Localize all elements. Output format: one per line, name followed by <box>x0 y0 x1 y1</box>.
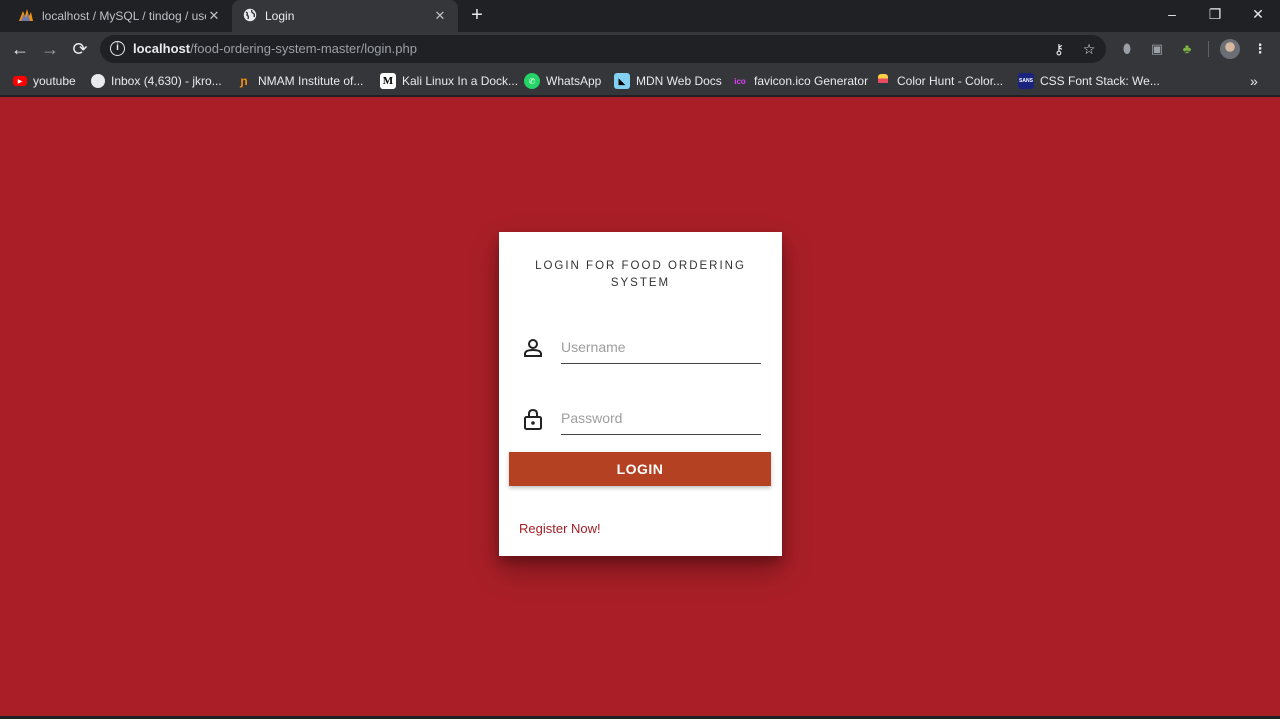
mdn-icon: ◣ <box>614 73 630 89</box>
tab-login[interactable]: Login ✕ <box>232 0 458 32</box>
youtube-icon: ▶ <box>13 76 27 86</box>
username-input[interactable] <box>561 330 761 364</box>
tab-phpmyadmin[interactable]: localhost / MySQL / tindog / use ✕ <box>8 0 232 32</box>
password-row <box>519 399 762 439</box>
close-tab-icon[interactable]: ✕ <box>432 8 448 24</box>
extension-icon[interactable]: ⬮ <box>1117 39 1137 59</box>
more-bookmarks-icon[interactable]: » <box>1250 71 1258 91</box>
tab-strip: localhost / MySQL / tindog / use ✕ Login… <box>0 0 1280 32</box>
whatsapp-icon: ✆ <box>524 73 540 89</box>
password-input[interactable] <box>561 401 761 435</box>
tab-title: Login <box>265 9 295 23</box>
favicon-generator-icon: ico <box>734 76 746 86</box>
forward-button[interactable]: → <box>38 37 62 61</box>
login-button[interactable]: LOGIN <box>509 452 771 486</box>
key-icon[interactable]: ⚷ <box>1050 40 1068 58</box>
extension-icon[interactable]: ▣ <box>1147 39 1167 59</box>
close-window-button[interactable]: ✕ <box>1236 0 1280 30</box>
tree-extension-icon[interactable]: ♣ <box>1177 39 1197 59</box>
url-text[interactable]: localhost/food-ordering-system-master/lo… <box>133 41 417 56</box>
bookmark-mdn[interactable]: ◣ MDN Web Docs <box>614 71 722 91</box>
bookmark-nmam[interactable]: ɲ NMAM Institute of... <box>236 71 363 91</box>
star-icon[interactable]: ☆ <box>1080 40 1098 58</box>
bookmark-css-font-stack[interactable]: SANS CSS Font Stack: We... <box>1018 71 1160 91</box>
bookmark-kali-linux[interactable]: M Kali Linux In a Dock... <box>380 71 518 91</box>
globe-icon <box>91 74 105 88</box>
page-title: LOGIN FOR FOOD ORDERING SYSTEM <box>535 260 746 289</box>
restore-button[interactable]: ❐ <box>1193 0 1237 30</box>
colorhunt-icon <box>878 74 888 88</box>
username-row <box>519 328 762 368</box>
browser-toolbar: ← → ⟳ i localhost/food-ordering-system-m… <box>0 32 1280 66</box>
nmam-icon: ɲ <box>240 74 248 88</box>
reload-button[interactable]: ⟳ <box>68 37 92 61</box>
user-icon <box>521 336 545 360</box>
minimize-button[interactable]: – <box>1150 0 1194 30</box>
phpmyadmin-icon <box>18 8 34 25</box>
globe-icon <box>243 8 257 25</box>
bookmarks-bar: ▶ youtube Inbox (4,630) - jkro... ɲ NMAM… <box>0 66 1280 96</box>
info-icon[interactable]: i <box>110 41 125 56</box>
toolbar-divider <box>1208 41 1209 57</box>
bookmark-color-hunt[interactable]: Color Hunt - Color... <box>875 71 1003 91</box>
menu-icon[interactable]: ⋮ <box>1250 39 1270 59</box>
avatar[interactable] <box>1220 39 1240 59</box>
address-bar[interactable]: i localhost/food-ordering-system-master/… <box>100 35 1106 63</box>
register-link[interactable]: Register Now! <box>519 521 601 536</box>
medium-icon: M <box>380 73 396 89</box>
bookmark-whatsapp[interactable]: ✆ WhatsApp <box>524 71 601 91</box>
page-background: LOGIN FOR FOOD ORDERING SYSTEM LOGIN Reg… <box>0 97 1280 716</box>
back-button[interactable]: ← <box>8 37 32 61</box>
close-tab-icon[interactable]: ✕ <box>206 8 222 24</box>
tab-title: localhost / MySQL / tindog / use <box>42 9 206 23</box>
cssfontstack-icon: SANS <box>1018 73 1034 89</box>
bookmark-youtube[interactable]: ▶ youtube <box>13 71 76 91</box>
bookmark-favicon-generator[interactable]: ico favicon.ico Generator <box>732 71 868 91</box>
login-card: LOGIN FOR FOOD ORDERING SYSTEM LOGIN Reg… <box>499 232 782 556</box>
lock-icon <box>521 407 545 431</box>
new-tab-button[interactable]: + <box>466 5 488 27</box>
bookmark-inbox[interactable]: Inbox (4,630) - jkro... <box>91 71 222 91</box>
